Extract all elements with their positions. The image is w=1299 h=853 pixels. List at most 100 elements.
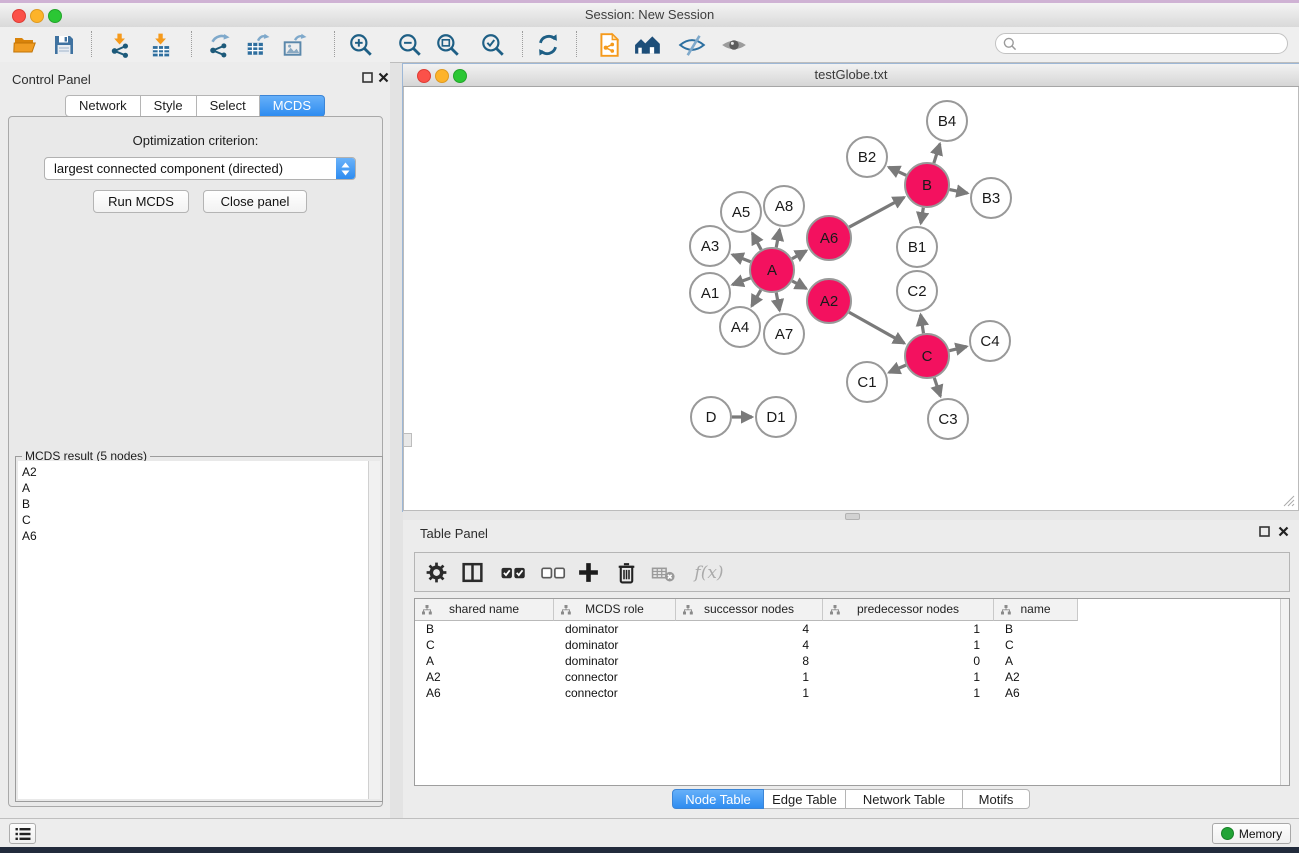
table-cell[interactable]: 1 — [823, 685, 994, 701]
graph-node-C[interactable]: C — [905, 334, 949, 378]
result-scrollbar[interactable] — [368, 461, 380, 799]
network-snapshot-icon[interactable] — [592, 31, 626, 58]
edge-B-B4[interactable] — [934, 144, 940, 163]
search-field[interactable] — [995, 33, 1288, 54]
edge-A-A3[interactable] — [732, 255, 750, 262]
show-all-eye-icon[interactable] — [717, 31, 751, 58]
network-window-titlebar[interactable]: testGlobe.txt — [403, 64, 1299, 87]
table-cell[interactable]: 1 — [823, 621, 994, 637]
network-zoom-light[interactable] — [453, 69, 467, 83]
graph-node-C2[interactable]: C2 — [897, 271, 937, 311]
delete-table-icon[interactable] — [648, 559, 678, 586]
table-cell[interactable]: A — [994, 653, 1078, 669]
column-header-MCDS-role[interactable]: MCDS role — [554, 599, 676, 621]
open-session-icon[interactable] — [8, 31, 42, 58]
edge-C-C3[interactable] — [934, 378, 940, 396]
tab-motifs[interactable]: Motifs — [963, 789, 1030, 809]
graph-node-B4[interactable]: B4 — [927, 101, 967, 141]
graph-node-B3[interactable]: B3 — [971, 178, 1011, 218]
export-table-icon[interactable] — [241, 31, 275, 58]
table-row[interactable]: Adominator80A — [415, 653, 1281, 669]
run-mcds-button[interactable]: Run MCDS — [93, 190, 189, 213]
edge-C-C4[interactable] — [949, 347, 966, 351]
table-cell[interactable]: B — [415, 621, 554, 637]
edge-C-C1[interactable] — [889, 365, 906, 372]
memory-button[interactable]: Memory — [1212, 823, 1291, 844]
horizontal-divider[interactable] — [403, 511, 1299, 520]
import-table-icon[interactable] — [144, 31, 178, 58]
tab-style[interactable]: Style — [141, 95, 197, 117]
task-history-button[interactable] — [9, 823, 36, 844]
table-cell[interactable]: 0 — [823, 653, 994, 669]
table-cell[interactable]: 1 — [823, 669, 994, 685]
graph-node-D1[interactable]: D1 — [756, 397, 796, 437]
table-cell[interactable]: A2 — [994, 669, 1078, 685]
column-view-icon[interactable] — [457, 559, 487, 586]
table-cell[interactable]: 4 — [676, 637, 823, 653]
close-panel-icon[interactable] — [377, 71, 390, 84]
close-panel-button[interactable]: Close panel — [203, 190, 307, 213]
edge-C-C2[interactable] — [921, 315, 924, 334]
graph-node-C4[interactable]: C4 — [970, 321, 1010, 361]
hide-selected-eye-icon[interactable] — [675, 31, 709, 58]
table-row[interactable]: A6connector11A6 — [415, 685, 1281, 701]
graph-node-A4[interactable]: A4 — [720, 307, 760, 347]
table-cell[interactable]: B — [994, 621, 1078, 637]
table-cell[interactable]: A6 — [415, 685, 554, 701]
table-cell[interactable]: A — [415, 653, 554, 669]
edge-A-A5[interactable] — [752, 233, 761, 250]
table-cell[interactable]: dominator — [554, 653, 676, 669]
float-table-panel-icon[interactable] — [1258, 525, 1271, 538]
table-cell[interactable]: 1 — [823, 637, 994, 653]
canvas-scroll-grip[interactable] — [403, 433, 412, 447]
tab-network[interactable]: Network — [65, 95, 141, 117]
deselect-all-checkboxes-icon[interactable] — [538, 559, 568, 586]
edge-A-A8[interactable] — [776, 230, 779, 248]
table-row[interactable]: Cdominator41C — [415, 637, 1281, 653]
result-item[interactable]: A — [22, 480, 368, 496]
zoom-window-light[interactable] — [48, 9, 62, 23]
edge-A6-B[interactable] — [849, 197, 904, 227]
mcds-result-list[interactable]: A2ABCA6 — [18, 461, 369, 799]
home-views-icon[interactable] — [631, 31, 665, 58]
network-close-light[interactable] — [417, 69, 431, 83]
graph-node-A5[interactable]: A5 — [721, 192, 761, 232]
graph-node-A7[interactable]: A7 — [764, 314, 804, 354]
node-table[interactable]: shared nameMCDS rolesuccessor nodesprede… — [414, 598, 1290, 786]
graph-node-A2[interactable]: A2 — [807, 279, 851, 323]
export-image-icon[interactable] — [278, 31, 312, 58]
table-cell[interactable]: dominator — [554, 637, 676, 653]
table-cell[interactable]: 1 — [676, 685, 823, 701]
network-canvas[interactable]: AA1A2A3A4A5A6A7A8BB1B2B3B4CC1C2C3C4DD1 — [403, 87, 1299, 511]
divider-grip[interactable] — [845, 513, 860, 520]
graph-node-D[interactable]: D — [691, 397, 731, 437]
tab-node-table[interactable]: Node Table — [672, 789, 764, 809]
edge-A-A4[interactable] — [752, 290, 761, 306]
export-network-icon[interactable] — [202, 31, 236, 58]
zoom-fit-icon[interactable] — [431, 31, 465, 58]
table-cell[interactable]: C — [415, 637, 554, 653]
edge-B-B1[interactable] — [921, 208, 924, 224]
table-cell[interactable]: 4 — [676, 621, 823, 637]
edge-A-A1[interactable] — [733, 278, 751, 285]
network-minimize-light[interactable] — [435, 69, 449, 83]
delete-column-icon[interactable] — [611, 559, 641, 586]
zoom-in-icon[interactable] — [344, 31, 378, 58]
edge-A2-C[interactable] — [849, 312, 904, 343]
save-session-icon[interactable] — [47, 31, 81, 58]
tab-select[interactable]: Select — [197, 95, 260, 117]
graph-node-B2[interactable]: B2 — [847, 137, 887, 177]
table-cell[interactable]: A2 — [415, 669, 554, 685]
refresh-icon[interactable] — [531, 31, 565, 58]
table-settings-icon[interactable] — [421, 559, 451, 586]
zoom-selected-icon[interactable] — [476, 31, 510, 58]
import-network-icon[interactable] — [103, 31, 137, 58]
table-cell[interactable]: 8 — [676, 653, 823, 669]
table-scrollbar[interactable] — [1280, 599, 1289, 785]
column-header-shared-name[interactable]: shared name — [415, 599, 554, 621]
table-cell[interactable]: dominator — [554, 621, 676, 637]
edge-A-A6[interactable] — [792, 251, 806, 259]
function-builder-icon[interactable]: f(x) — [687, 559, 731, 586]
graph-node-A[interactable]: A — [750, 248, 794, 292]
zoom-out-icon[interactable] — [393, 31, 427, 58]
